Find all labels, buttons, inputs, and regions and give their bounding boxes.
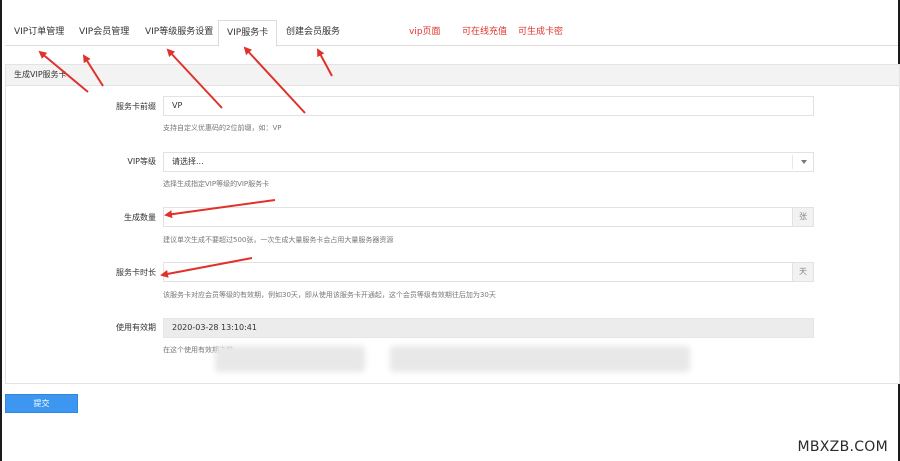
watermark: MBXZB.COM	[797, 439, 888, 455]
quantity-help: 建议单次生成不要超过500张，一次生成大量服务卡会占用大量服务器资源	[163, 236, 394, 244]
tab-vip-members[interactable]: VIP会员管理	[79, 20, 129, 45]
duration-unit: 天	[792, 263, 813, 281]
level-placeholder: 请选择...	[172, 157, 204, 166]
prefix-input[interactable]: VP	[163, 96, 814, 116]
submit-button[interactable]: 提交	[5, 394, 78, 413]
prefix-value: VP	[172, 101, 183, 110]
annotation-generate-card: 可生成卡密	[518, 27, 564, 37]
quantity-label: 生成数量	[124, 213, 156, 222]
prefix-label: 服务卡前缀	[116, 102, 156, 111]
expiry-value: 2020-03-28 13:10:41	[172, 323, 257, 332]
panel-heading: 生成VIP服务卡	[6, 65, 899, 86]
expiry-label: 使用有效期	[116, 323, 156, 332]
annotation-vip-page: vip页面	[409, 27, 441, 37]
tab-vip-orders[interactable]: VIP订单管理	[14, 20, 64, 45]
duration-label: 服务卡时长	[116, 268, 156, 277]
quantity-input[interactable]: 张	[163, 207, 814, 227]
tab-vip-service-card[interactable]: VIP服务卡	[218, 20, 278, 47]
select-divider	[792, 155, 793, 169]
expiry-input: 2020-03-28 13:10:41	[163, 318, 814, 338]
window-edge-left	[0, 0, 2, 461]
tab-bar: VIP订单管理 VIP会员管理 VIP等级服务设置 VIP服务卡 创建会员服务	[5, 20, 898, 47]
redacted-area	[215, 346, 365, 372]
level-label: VIP等级	[127, 157, 156, 166]
chevron-down-icon[interactable]	[801, 160, 807, 164]
quantity-unit: 张	[792, 208, 813, 226]
tab-vip-level-settings[interactable]: VIP等级服务设置	[145, 20, 213, 45]
annotation-online-recharge: 可在线充值	[462, 27, 508, 37]
prefix-help: 支持自定义优惠码的2位前缀，如：VP	[163, 124, 282, 132]
duration-help: 该服务卡对应会员等级的有效期，例如30天，即从使用该服务卡开通起，这个会员等级有…	[163, 291, 496, 299]
tab-create-member-service[interactable]: 创建会员服务	[286, 20, 340, 45]
level-help: 选择生成指定VIP等级的VIP服务卡	[163, 180, 270, 188]
level-select[interactable]: 请选择...	[163, 152, 814, 172]
redacted-area	[390, 346, 690, 372]
duration-input[interactable]: 天	[163, 262, 814, 282]
